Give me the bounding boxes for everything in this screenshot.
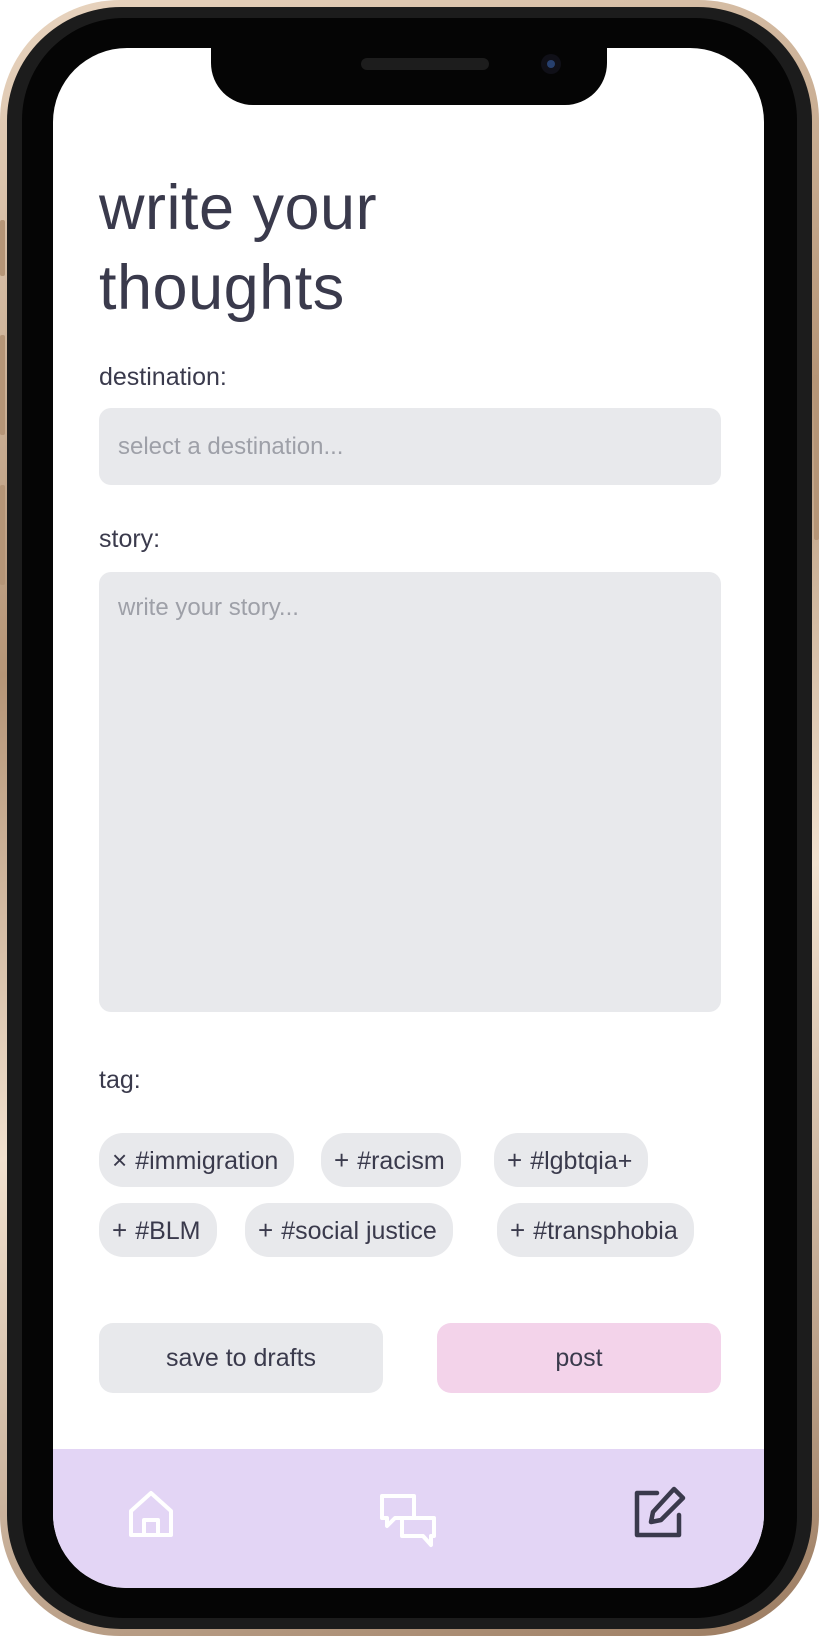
side-button <box>0 485 5 585</box>
remove-icon: × <box>112 1145 128 1175</box>
add-icon: + <box>112 1215 128 1245</box>
page-title-line1: write your <box>99 173 378 243</box>
add-icon: + <box>510 1215 526 1245</box>
nav-messages[interactable] <box>379 1493 437 1554</box>
save-to-drafts-button[interactable]: save to drafts <box>99 1323 383 1393</box>
tag-chip-label: #transphobia <box>533 1217 678 1245</box>
home-icon <box>129 1491 173 1537</box>
side-button <box>0 335 5 435</box>
tag-chip-label: #BLM <box>135 1217 201 1245</box>
side-button <box>814 375 819 540</box>
speaker-grille <box>361 58 489 70</box>
tag-chip-immigration[interactable]: × #immigration <box>99 1133 295 1187</box>
app-screen: write your thoughts destination: select … <box>53 48 764 1588</box>
tag-chip-blm[interactable]: + #BLM <box>99 1203 217 1257</box>
nav-compose[interactable] <box>631 1485 687 1546</box>
post-button[interactable]: post <box>437 1323 721 1393</box>
add-icon: + <box>507 1145 523 1175</box>
page-title-line2: thoughts <box>99 253 345 323</box>
add-icon: + <box>258 1215 274 1245</box>
tag-chip-label: #immigration <box>135 1147 279 1175</box>
story-textarea[interactable]: write your story... <box>99 572 721 1012</box>
nav-home[interactable] <box>127 1489 175 1544</box>
tag-chip-label: #racism <box>357 1147 445 1175</box>
page-title: write your thoughts <box>99 168 377 328</box>
notch <box>211 48 607 105</box>
tag-chip-lgbtqia[interactable]: + #lgbtqia+ <box>494 1133 649 1187</box>
destination-select[interactable]: select a destination... <box>99 408 721 485</box>
story-label: story: <box>99 525 161 553</box>
tag-chip-label: #social justice <box>281 1217 437 1245</box>
tag-chip-social-justice[interactable]: + #social justice <box>245 1203 453 1257</box>
camera-icon <box>541 54 561 74</box>
tag-chip-transphobia[interactable]: + #transphobia <box>497 1203 694 1257</box>
chat-bubbles-icon <box>380 1494 436 1547</box>
compose-icon <box>634 1486 686 1538</box>
tag-label: tag: <box>99 1066 141 1094</box>
tag-chip-racism[interactable]: + #racism <box>321 1133 461 1187</box>
bottom-nav <box>53 1449 764 1588</box>
side-button <box>0 220 5 276</box>
tag-chip-label: #lgbtqia+ <box>530 1147 633 1175</box>
destination-label: destination: <box>99 363 227 391</box>
add-icon: + <box>334 1145 350 1175</box>
